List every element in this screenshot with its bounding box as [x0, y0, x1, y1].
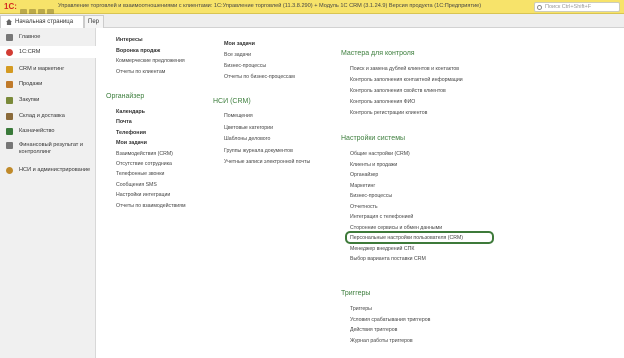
sidebar-item-4[interactable]: Продажи: [0, 81, 96, 88]
tab-second[interactable]: Пер: [84, 15, 104, 28]
sidebar-item-6[interactable]: Склад и доставка: [0, 113, 96, 120]
menu-link[interactable]: Сообщения SMS: [116, 182, 157, 188]
menu-link[interactable]: Отсутствие сотрудника: [116, 161, 172, 167]
sidebar-item-5[interactable]: Закупки: [0, 97, 96, 104]
menu-link[interactable]: Телефония: [116, 130, 146, 136]
menu-link[interactable]: Отчеты по бизнес-процессам: [224, 74, 295, 80]
menu-link[interactable]: Воронка продаж: [116, 48, 160, 54]
menu-link[interactable]: Цветовые категории: [224, 125, 273, 131]
section-title: НСИ (CRM): [213, 98, 251, 105]
sidebar-item-label: Казначейство: [19, 128, 55, 134]
sidebar-item-label: Закупки: [19, 97, 40, 103]
menu-link[interactable]: Настройки интеграции: [116, 192, 170, 198]
sidebar-item-label: Продажи: [19, 81, 43, 87]
menu-link[interactable]: Телефонные звонки: [116, 171, 164, 177]
tab-home[interactable]: Начальная страница: [0, 15, 84, 28]
menu-link[interactable]: Помещения: [224, 113, 253, 119]
purchases-icon: [6, 97, 13, 104]
sidebar-item-8[interactable]: Финансовый результат и контроллинг: [0, 142, 96, 156]
section-title: Органайзер: [106, 93, 145, 100]
menu-link[interactable]: Бизнес-процессы: [350, 193, 392, 199]
menu-link[interactable]: Отчеты по клиентам: [116, 69, 165, 75]
menu-link[interactable]: Журнал работы триггеров: [350, 338, 413, 344]
menu-link[interactable]: Контроль регистрации клиентов: [350, 110, 427, 116]
sidebar-item-label: НСИ и администрирование: [19, 167, 91, 173]
menu-link[interactable]: Выбор варианта поставки CRM: [350, 256, 426, 262]
menu-link[interactable]: Сторонние сервисы и обмен данными: [350, 225, 442, 231]
main-content: Интересы Воронка продаж Коммерческие предл…: [96, 28, 624, 358]
tab-second-label: Пер: [88, 19, 99, 25]
menu-link[interactable]: Группы журнала документов: [224, 148, 293, 154]
sidebar-item-2[interactable]: 1С:CRM: [0, 46, 96, 58]
menu-link[interactable]: Коммерческие предложения: [116, 58, 185, 64]
crm-icon: [6, 48, 13, 56]
tab-home-label: Начальная страница: [15, 19, 74, 25]
menu-link[interactable]: Клиенты и продажи: [350, 162, 397, 168]
menu-link[interactable]: Мои задачи: [116, 140, 147, 146]
menu-link[interactable]: Менеджер внедрений СПК: [350, 246, 414, 252]
sidebar-item-label: Главное: [19, 34, 41, 40]
marketing-icon: [6, 66, 13, 73]
menu-link[interactable]: Органайзер: [350, 172, 378, 178]
menu-link[interactable]: Общие настройки (CRM): [350, 151, 410, 157]
menu-link[interactable]: Почта: [116, 119, 132, 125]
menu-link[interactable]: Условия срабатывания триггеров: [350, 317, 430, 323]
menu-link[interactable]: Отчетность: [350, 204, 378, 210]
sidebar: Главное 1С:CRM CRM и маркетинг Продажи Закуп…: [0, 28, 96, 358]
gear-icon: [6, 167, 13, 174]
menu-link[interactable]: Взаимодействия (CRM): [116, 151, 173, 157]
sidebar-item-7[interactable]: Казначейство: [0, 128, 96, 135]
tab-strip: Начальная страница Пер: [0, 14, 624, 28]
menu-link[interactable]: Контроль заполнения ФИО: [350, 99, 415, 105]
window-title: Управление торговлей и взаимоотношениями…: [58, 3, 482, 9]
menu-link[interactable]: Мои задачи: [224, 41, 255, 47]
app-logo: 1С:: [4, 2, 17, 11]
menu-link[interactable]: Учетные записи электронной почты: [224, 159, 310, 165]
menu-link[interactable]: Отчеты по взаимодействиям: [116, 203, 186, 209]
section-title: Мастера для контроля: [341, 50, 415, 57]
sidebar-item-label: CRM и маркетинг: [19, 66, 65, 72]
menu-link[interactable]: Триггеры: [350, 306, 372, 312]
menu-link[interactable]: Шаблоны делового: [224, 136, 270, 142]
menu-link[interactable]: Календарь: [116, 109, 145, 115]
menu-link[interactable]: Персональные настройки пользователя (CRM…: [350, 235, 463, 241]
section-title: Триггеры: [341, 290, 371, 297]
treasury-icon: [6, 128, 13, 135]
sidebar-item-label: Финансовый результат и контроллинг: [19, 142, 84, 155]
menu-link[interactable]: Маркетинг: [350, 183, 375, 189]
menu-link[interactable]: Контроль заполнения контактной информаци…: [350, 77, 463, 83]
sales-icon: [6, 81, 13, 88]
section-title: Настройки системы: [341, 135, 406, 142]
menu-link[interactable]: Поиск и замена дублей клиентов и контакт…: [350, 66, 459, 72]
window-titlebar: 1С: Управление торговлей и взаимоотношен…: [0, 0, 624, 16]
sidebar-item-9[interactable]: НСИ и администрирование: [0, 167, 96, 174]
menu-link[interactable]: Действия триггеров: [350, 327, 397, 333]
sidebar-item-label: 1С:CRM: [19, 48, 41, 55]
menu-link[interactable]: Все задачи: [224, 52, 251, 58]
menu-link[interactable]: Интеграция с телефонией: [350, 214, 413, 220]
menu-link[interactable]: Бизнес-процессы: [224, 63, 266, 69]
search-placeholder: Поиск Ctrl+Shift+F: [545, 4, 592, 10]
sidebar-item-3[interactable]: CRM и маркетинг: [0, 66, 96, 73]
finance-icon: [6, 142, 13, 149]
sidebar-item-label: Склад и доставка: [19, 113, 65, 119]
sidebar-item-1[interactable]: Главное: [0, 34, 96, 41]
warehouse-icon: [6, 113, 13, 120]
search-icon: [537, 4, 542, 10]
menu-link[interactable]: Контроль заполнения свойств клиентов: [350, 88, 446, 94]
list-icon: [6, 34, 13, 41]
menu-link[interactable]: Интересы: [116, 37, 143, 43]
home-icon: [6, 19, 12, 25]
search-input[interactable]: Поиск Ctrl+Shift+F: [534, 2, 620, 12]
